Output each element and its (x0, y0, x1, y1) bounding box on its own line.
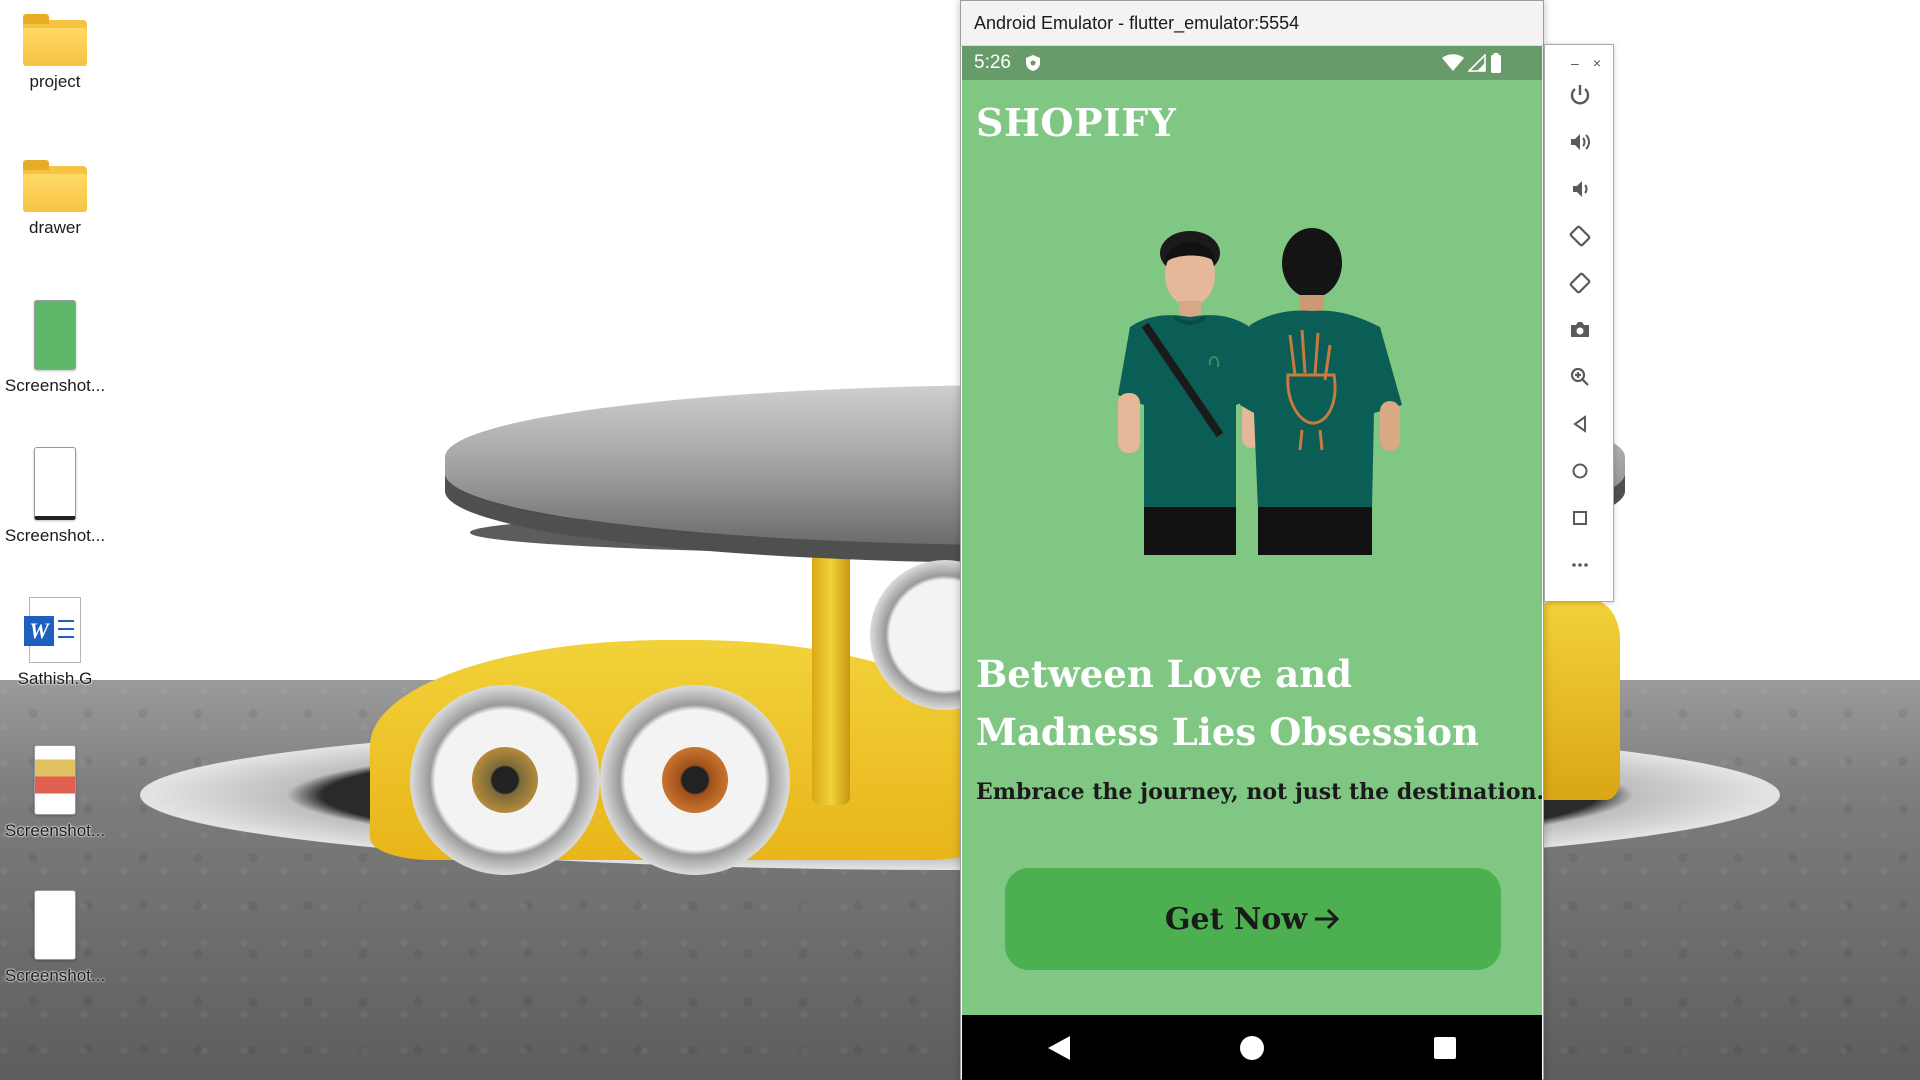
emulator-title-bar[interactable]: Android Emulator - flutter_emulator:5554 (961, 1, 1543, 46)
status-time: 5:26 (974, 52, 1011, 73)
desktop-icon-label: Screenshot... (4, 821, 106, 840)
app-title: SHOPIFY (976, 100, 1177, 145)
get-now-label: Get Now (1164, 901, 1308, 937)
signal-icon (1468, 54, 1486, 72)
emulator-window: Android Emulator - flutter_emulator:5554… (960, 0, 1544, 1080)
power-button[interactable] (1545, 71, 1615, 118)
hero-image (1118, 228, 1402, 555)
desktop-icon-screenshot-3[interactable]: Screenshot... (0, 745, 110, 841)
nav-recents-button[interactable] (1415, 1023, 1475, 1073)
rotate-right-icon (1569, 272, 1591, 293)
folder-icon (23, 14, 87, 66)
model-back (1240, 228, 1402, 555)
arrow-right-icon (1315, 908, 1340, 930)
desktop: project drawer Screenshot... Screenshot.… (0, 0, 1920, 1080)
volume-up-button[interactable] (1545, 118, 1615, 165)
desktop-icon-screenshot-1[interactable]: Screenshot... (0, 300, 110, 396)
desktop-icon-label: drawer (29, 218, 81, 237)
volume-down-icon (1573, 180, 1588, 197)
wallpaper-minion-goggle-right (600, 685, 790, 875)
nav-back-button[interactable] (1029, 1023, 1089, 1073)
image-thumbnail-icon (34, 447, 76, 520)
desktop-icon-label: project (29, 72, 81, 91)
desktop-icon-label: Screenshot... (4, 526, 106, 545)
camera-icon (1571, 321, 1589, 337)
toolbar-more-button[interactable] (1545, 541, 1615, 588)
screenshot-button[interactable] (1545, 306, 1615, 353)
volume-down-button[interactable] (1545, 165, 1615, 212)
emulator-toolbar: – × (1544, 44, 1614, 602)
desktop-icon-label: Screenshot... (4, 966, 106, 985)
android-nav-bar (962, 1015, 1542, 1080)
folder-icon (23, 160, 87, 212)
desktop-icon-label: Screenshot... (4, 376, 106, 395)
desktop-icon-screenshot-2[interactable]: Screenshot... (0, 447, 110, 546)
rotate-left-button[interactable] (1545, 212, 1615, 259)
zoom-icon (1570, 367, 1589, 386)
power-icon (1570, 84, 1590, 104)
model-front (1118, 231, 1262, 555)
toolbar-window-controls: – × (1545, 45, 1613, 71)
wifi-icon (1442, 54, 1464, 71)
toolbar-overview-button[interactable] (1545, 494, 1615, 541)
rotate-right-button[interactable] (1545, 259, 1615, 306)
shield-icon (1025, 55, 1040, 71)
status-bar: 5:26 (962, 46, 1542, 80)
desktop-icon-drawer[interactable]: drawer (0, 160, 110, 238)
phone-screen: 5:26 SHOPIFY Between Love and Madness Li… (962, 46, 1542, 1080)
recents-icon (1434, 1036, 1457, 1059)
minimize-button[interactable]: – (1571, 55, 1579, 71)
wallpaper-minion-arm (812, 545, 850, 805)
overview-icon (1573, 510, 1587, 525)
desktop-icon-project[interactable]: project (0, 14, 110, 92)
image-thumbnail-icon (34, 890, 76, 960)
back-icon (1047, 1035, 1070, 1060)
headline: Between Love and Madness Lies Obsession (976, 652, 1479, 754)
nav-home-button[interactable] (1222, 1023, 1282, 1073)
image-thumbnail-icon (34, 745, 76, 815)
home-icon (1239, 1035, 1264, 1060)
battery-icon (1491, 53, 1501, 73)
wallpaper-minion-goggle-left (410, 685, 600, 875)
tagline: Embrace the journey, not just the destin… (976, 779, 1542, 805)
toolbar-home-button[interactable] (1545, 447, 1615, 494)
home-icon (1572, 463, 1588, 478)
emulator-window-title: Android Emulator - flutter_emulator:5554 (974, 12, 1300, 33)
zoom-button[interactable] (1545, 353, 1615, 400)
get-now-button[interactable]: Get Now (1005, 868, 1501, 970)
volume-up-icon (1571, 133, 1590, 150)
desktop-icon-sathish-g[interactable]: W Sathish.G (0, 597, 110, 689)
close-button[interactable]: × (1593, 55, 1601, 71)
rotate-left-icon (1569, 225, 1591, 246)
word-document-icon: W (24, 597, 81, 663)
image-thumbnail-icon (34, 300, 76, 370)
app-content: SHOPIFY Between Love and Madness Lies Ob… (962, 80, 1542, 1015)
desktop-icon-label: Sathish.G (17, 669, 93, 688)
desktop-icon-screenshot-4[interactable]: Screenshot... (0, 890, 110, 986)
toolbar-back-button[interactable] (1545, 400, 1615, 447)
back-icon (1573, 414, 1586, 433)
more-icon (1572, 562, 1588, 567)
